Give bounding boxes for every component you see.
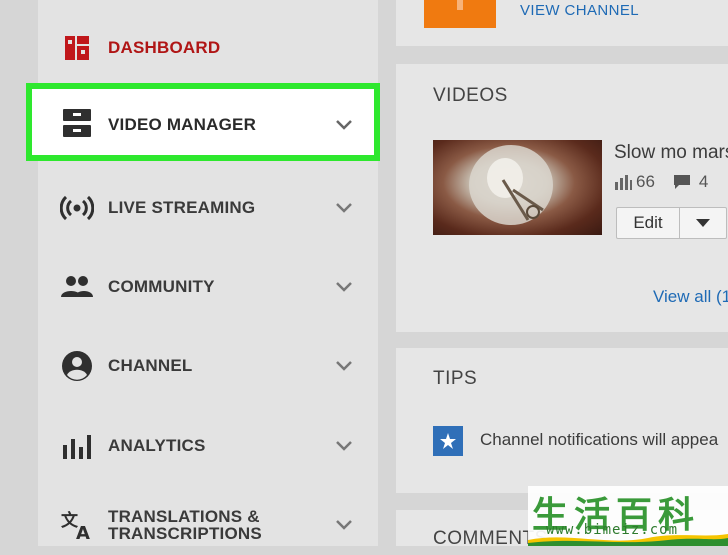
- dashboard-icon: [60, 31, 94, 65]
- channel-header-card: VIEW CHANNEL: [396, 0, 728, 46]
- channel-icon: [60, 349, 94, 383]
- caret-down-icon: [696, 219, 710, 227]
- chevron-down-icon[interactable]: [334, 277, 354, 297]
- sidebar-item-label: ANALYTICS: [108, 436, 206, 455]
- sidebar-item-label: VIDEO MANAGER: [108, 115, 257, 134]
- chevron-down-icon[interactable]: [334, 436, 354, 456]
- translate-icon: 文 A: [60, 508, 94, 542]
- chevron-down-icon[interactable]: [334, 198, 354, 218]
- tips-card: TIPS Channel notifications will appea: [396, 348, 728, 493]
- sidebar-item-label: COMMUNITY: [108, 277, 215, 296]
- chevron-down-icon[interactable]: [334, 515, 354, 535]
- comment-icon: [673, 174, 691, 190]
- view-channel-link[interactable]: VIEW CHANNEL: [520, 2, 639, 19]
- sidebar-item-live-streaming[interactable]: LIVE STREAMING: [38, 178, 378, 238]
- chevron-down-icon[interactable]: [334, 356, 354, 376]
- card-title: VIDEOS: [433, 85, 508, 106]
- view-all-link[interactable]: View all (1: [653, 287, 728, 307]
- tip-text: Channel notifications will appea: [480, 430, 719, 449]
- edit-button-group: Edit: [616, 207, 727, 239]
- sidebar-item-label: LIVE STREAMING: [108, 198, 256, 217]
- views-count: 66: [636, 172, 655, 191]
- edit-dropdown-button[interactable]: [680, 208, 726, 238]
- svg-text:A: A: [76, 523, 90, 540]
- watermark: 生活百科 www.bimeiz.com: [528, 486, 728, 546]
- analytics-icon: [60, 429, 94, 463]
- star-icon: [433, 426, 463, 456]
- video-manager-icon: [60, 106, 94, 140]
- sidebar-item-label-line2: TRANSCRIPTIONS: [108, 524, 262, 543]
- sidebar-item-label: TRANSLATIONS & TRANSCRIPTIONS: [108, 508, 262, 542]
- comments-count: 4: [698, 172, 709, 191]
- videos-card: VIDEOS Slow mo mars 66 4 Edit View all (…: [396, 64, 728, 332]
- chevron-down-icon[interactable]: [334, 115, 354, 135]
- sidebar-item-video-manager[interactable]: VIDEO MANAGER: [26, 83, 380, 161]
- community-icon: [60, 270, 94, 304]
- plus-icon: [457, 0, 463, 10]
- upload-button[interactable]: [424, 0, 496, 28]
- live-streaming-icon: [60, 191, 94, 225]
- sidebar-item-translations[interactable]: 文 A TRANSLATIONS & TRANSCRIPTIONS: [38, 495, 378, 555]
- sidebar-item-analytics[interactable]: ANALYTICS: [38, 416, 378, 476]
- edit-button[interactable]: Edit: [617, 208, 680, 238]
- sidebar-item-channel[interactable]: CHANNEL: [38, 336, 378, 396]
- sidebar-item-dashboard[interactable]: DASHBOARD: [38, 18, 378, 78]
- video-stats: 66 4: [614, 172, 708, 192]
- views-icon: [614, 174, 632, 190]
- sidebar: DASHBOARD LIVE STREAMING COMMUNITY CHANN…: [38, 0, 378, 546]
- sidebar-item-community[interactable]: COMMUNITY: [38, 257, 378, 317]
- sidebar-item-label: DASHBOARD: [108, 38, 221, 57]
- video-thumbnail[interactable]: [433, 140, 602, 235]
- sidebar-item-label: CHANNEL: [108, 356, 193, 375]
- watermark-wave: [528, 534, 728, 546]
- video-title[interactable]: Slow mo mars: [614, 142, 728, 164]
- card-title: TIPS: [433, 368, 478, 389]
